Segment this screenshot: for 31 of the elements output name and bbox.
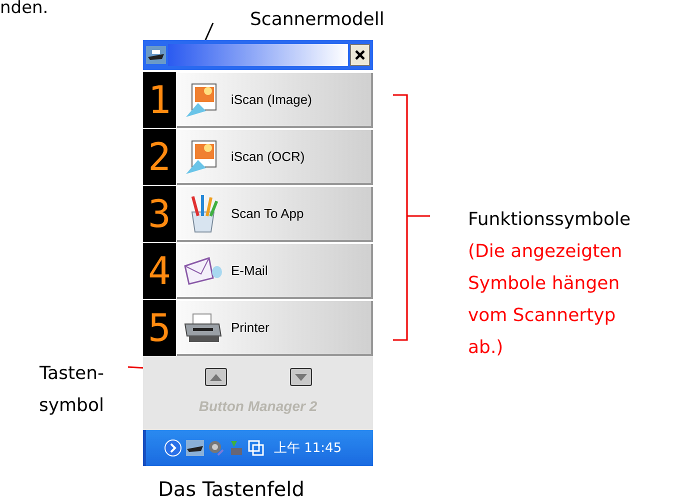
close-icon [355,50,365,60]
digit-display: 3 [143,186,176,242]
envelope-icon [183,256,223,286]
printer-icon [183,312,223,344]
function-button[interactable]: Printer [177,301,373,356]
annotation-note: (Die angezeigten Symbole hängen vom Scannertyp ab.) [468,240,622,360]
close-button[interactable] [350,44,370,66]
digit-display: 4 [143,243,176,299]
figure-caption: Das Tastenfeld [158,477,304,500]
function-button[interactable]: Scan To App [177,187,373,242]
function-button[interactable]: iScan (Image) [177,73,373,128]
scanner-tray-icon[interactable] [186,440,204,456]
annotation-label: Scannermodell [250,8,384,32]
scanner-icon [146,46,166,64]
scroll-down-button[interactable] [290,368,312,386]
chevron-button-icon[interactable] [164,439,182,457]
leader-line [203,22,215,42]
function-button[interactable]: iScan (OCR) [177,130,373,185]
down-triangle-icon [294,374,306,380]
document-text: nden. [0,0,48,20]
scroll-up-button[interactable] [204,368,226,386]
clock: 上午 11:45 [274,440,342,457]
up-triangle-icon [210,374,222,380]
digit-display: 1 [143,72,176,128]
app-brand: Button Manager 2 [198,397,318,416]
digit-display: 5 [143,300,176,356]
windows-tray-icon[interactable] [248,440,264,456]
annotation-label: Tasten- symbol [38,362,104,418]
function-button[interactable]: E-Mail [177,244,373,299]
annotation-label: Funktionssymbole [468,208,631,232]
digit-display: 2 [143,129,176,185]
